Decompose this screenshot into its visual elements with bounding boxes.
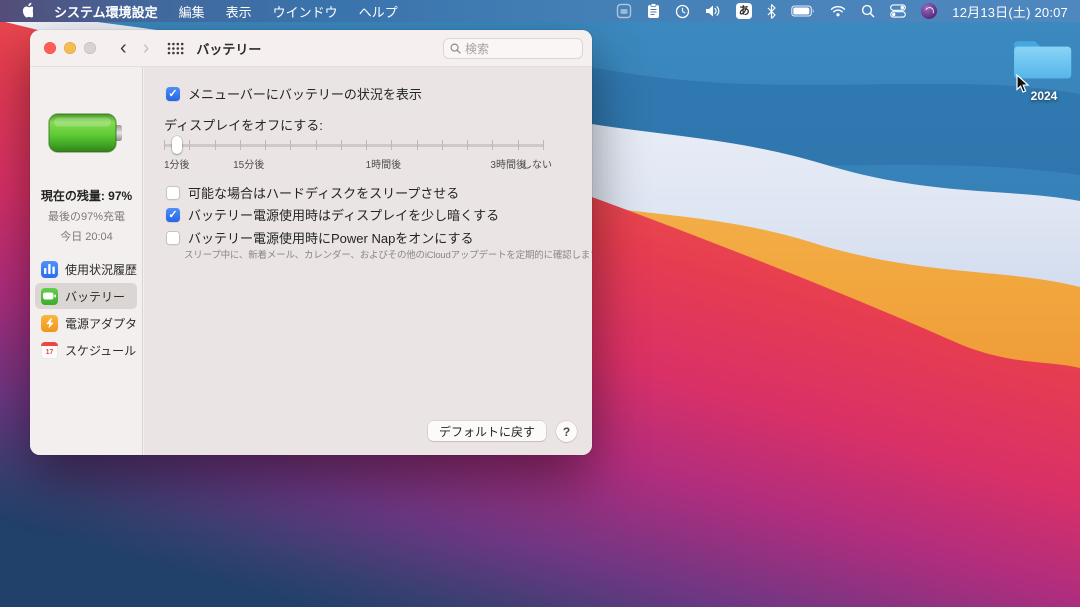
sidebar-item-schedule[interactable]: 17 スケジュール	[35, 337, 137, 363]
menu-edit[interactable]: 編集	[179, 2, 205, 21]
dim-display-checkbox[interactable]: ✓	[166, 208, 180, 222]
battery-item-icon	[41, 288, 58, 305]
slider-labels: 1分後 15分後 1時間後 3時間後 しない	[164, 156, 548, 168]
battery-icon[interactable]	[791, 3, 815, 20]
back-button[interactable]: ‹	[112, 39, 135, 57]
show-all-grid-icon[interactable]	[167, 42, 184, 55]
page-title: バッテリー	[196, 39, 261, 58]
sidebar-item-power-adapter[interactable]: 電源アダプタ	[35, 310, 137, 336]
control-center-icon[interactable]	[890, 3, 906, 20]
sidebar-item-label: 使用状況履歴	[65, 261, 137, 278]
volume-icon[interactable]	[705, 3, 721, 20]
close-button[interactable]	[44, 42, 56, 54]
slider-label-1hour: 1時間後	[366, 156, 402, 171]
menu-view[interactable]: 表示	[226, 2, 252, 21]
sidebar-item-usage-history[interactable]: 使用状況履歴	[35, 256, 137, 282]
last-charge-text: 最後の97%充電	[30, 208, 143, 224]
menubar-status-option: ✓ メニューバーにバッテリーの状況を表示	[166, 84, 422, 103]
system-preferences-window: ‹ › バッテリー	[30, 30, 592, 455]
desktop: システム環境設定 編集 表示 ウインドウ ヘルプ あ	[0, 0, 1080, 607]
slider-label-1min: 1分後	[164, 156, 190, 171]
sidebar-list: 使用状況履歴 バッテリー 電源アダプタ	[30, 255, 142, 364]
dim-display-option: ✓ バッテリー電源使用時はディスプレイを少し暗くする	[166, 205, 499, 224]
menu-bar: システム環境設定 編集 表示 ウインドウ ヘルプ あ	[0, 0, 1080, 22]
battery-graphic	[48, 113, 124, 153]
check-icon: ✓	[168, 87, 177, 101]
input-source-icon[interactable]: あ	[736, 3, 752, 19]
sidebar-item-label: スケジュール	[65, 342, 136, 359]
battery-pane: ✓ メニューバーにバッテリーの状況を表示 ディスプレイをオフにする: 1分後 1…	[144, 67, 592, 455]
schedule-icon: 17	[41, 342, 58, 359]
spotlight-icon[interactable]	[861, 3, 875, 20]
menu-bar-clock[interactable]: 12月13日(土) 20:07	[952, 2, 1068, 21]
sidebar: 現在の残量: 97% 最後の97%充電 今日 20:04 使用状況履歴 バッテリ…	[30, 67, 143, 455]
third-party-app-icon[interactable]	[921, 3, 937, 19]
time-machine-icon[interactable]	[675, 3, 690, 20]
hdd-sleep-checkbox[interactable]: ✓	[166, 186, 180, 200]
slider-label-never: しない	[522, 156, 552, 171]
current-charge-text: 現在の残量: 97%	[30, 187, 143, 204]
dim-display-label: バッテリー電源使用時はディスプレイを少し暗くする	[188, 205, 499, 224]
power-adapter-icon	[41, 315, 58, 332]
app-window-icon[interactable]	[616, 3, 632, 20]
sidebar-item-label: バッテリー	[65, 288, 125, 305]
usage-history-icon	[41, 261, 58, 278]
sidebar-item-battery[interactable]: バッテリー	[35, 283, 137, 309]
bluetooth-icon[interactable]	[767, 3, 776, 20]
slider-knob[interactable]	[172, 136, 182, 154]
slider-label-15min: 15分後	[233, 156, 264, 171]
calendar-day: 17	[41, 349, 58, 357]
menubar-status-checkbox[interactable]: ✓	[166, 87, 180, 101]
last-charge-time: 今日 20:04	[30, 228, 143, 244]
help-button[interactable]: ?	[556, 421, 577, 442]
forward-button[interactable]: ›	[135, 39, 158, 57]
search-field[interactable]	[443, 38, 583, 59]
window-toolbar: ‹ › バッテリー	[30, 30, 592, 67]
slider-ticks	[164, 140, 544, 150]
power-nap-checkbox[interactable]: ✓	[166, 231, 180, 245]
menubar-status-label: メニューバーにバッテリーの状況を表示	[188, 84, 422, 103]
hdd-sleep-option: ✓ 可能な場合はハードディスクをスリープさせる	[166, 183, 459, 202]
power-nap-option: ✓ バッテリー電源使用時にPower Napをオンにする	[166, 228, 473, 247]
calendar-header	[41, 342, 58, 347]
minimize-button[interactable]	[64, 42, 76, 54]
power-nap-label: バッテリー電源使用時にPower Napをオンにする	[188, 228, 473, 247]
power-nap-note: スリープ中に、新着メール、カレンダー、およびその他のiCloudアップデートを定…	[184, 247, 592, 261]
menu-help[interactable]: ヘルプ	[359, 2, 398, 21]
display-off-label: ディスプレイをオフにする:	[164, 115, 323, 134]
display-off-slider[interactable]	[164, 136, 544, 154]
mouse-cursor	[1016, 74, 1030, 94]
menu-window[interactable]: ウインドウ	[273, 2, 338, 21]
clipboard-icon[interactable]	[647, 3, 660, 20]
menu-app-name[interactable]: システム環境設定	[54, 2, 158, 21]
apple-menu[interactable]	[20, 2, 33, 21]
sidebar-item-label: 電源アダプタ	[65, 315, 137, 332]
slider-label-3hours: 3時間後	[490, 156, 526, 171]
traffic-lights	[30, 42, 96, 54]
check-icon: ✓	[168, 208, 177, 222]
zoom-button[interactable]	[84, 42, 96, 54]
search-icon	[450, 43, 461, 54]
search-input[interactable]	[465, 42, 576, 56]
hdd-sleep-label: 可能な場合はハードディスクをスリープさせる	[188, 183, 459, 202]
restore-defaults-button[interactable]: デフォルトに戻す	[428, 421, 546, 441]
wifi-icon[interactable]	[830, 3, 846, 20]
